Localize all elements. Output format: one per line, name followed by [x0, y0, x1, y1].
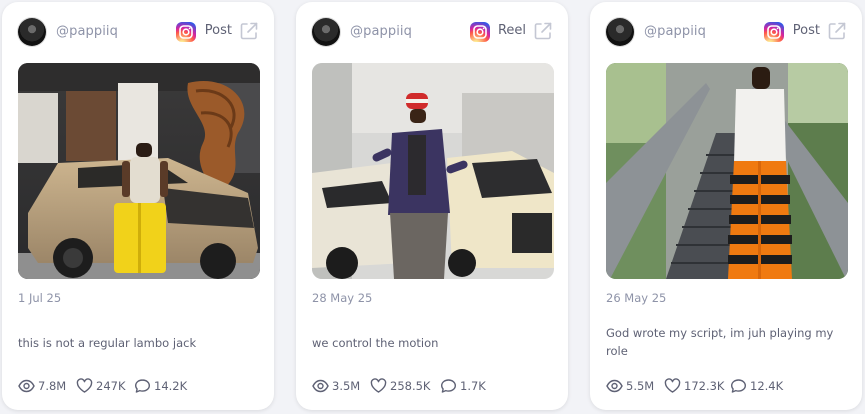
post-caption: we control the motion: [312, 336, 439, 350]
post-thumbnail[interactable]: [606, 63, 848, 279]
post-header: @pappiiq Reel: [312, 18, 554, 48]
post-caption: God wrote my script, im juh playing my r…: [606, 326, 834, 358]
post-header: @pappiiq Post: [18, 18, 260, 48]
username[interactable]: @pappiiq: [350, 24, 412, 39]
post-card[interactable]: @pappiiq Post: [590, 2, 862, 410]
post-card[interactable]: @pappiiq Reel 28 May 25 we control the m…: [296, 2, 568, 410]
post-caption: this is not a regular lambo jack: [18, 336, 197, 350]
post-type-label: Post: [792, 23, 820, 38]
eye-icon: [606, 379, 623, 393]
instagram-icon: [176, 22, 196, 42]
comment-icon: [731, 379, 746, 393]
comments-count: 14.2K: [154, 379, 188, 393]
external-link-icon[interactable]: [826, 20, 848, 42]
post-type-label: Post: [204, 23, 232, 38]
post-header: @pappiiq Post: [606, 18, 848, 48]
comments-count: 1.7K: [460, 379, 486, 393]
likes-count: 172.3K: [684, 379, 725, 393]
avatar[interactable]: [18, 18, 46, 46]
comment-icon: [441, 379, 456, 393]
views-count: 5.5M: [626, 379, 655, 393]
post-thumbnail[interactable]: [312, 63, 554, 279]
instagram-icon: [764, 22, 784, 42]
likes-count: 258.5K: [390, 379, 431, 393]
external-link-icon[interactable]: [532, 20, 554, 42]
avatar[interactable]: [312, 18, 340, 46]
eye-icon: [312, 379, 329, 393]
views-count: 3.5M: [332, 379, 361, 393]
avatar[interactable]: [606, 18, 634, 46]
heart-icon: [664, 378, 681, 393]
username[interactable]: @pappiiq: [56, 24, 118, 39]
comment-icon: [135, 379, 150, 393]
heart-icon: [76, 378, 93, 393]
eye-icon: [18, 379, 35, 393]
post-thumbnail[interactable]: [18, 63, 260, 279]
views-count: 7.8M: [38, 379, 67, 393]
likes-count: 247K: [96, 379, 126, 393]
external-link-icon[interactable]: [238, 20, 260, 42]
post-type-label: Reel: [497, 23, 526, 38]
comments-count: 12.4K: [750, 379, 784, 393]
post-date: 1 Jul 25: [18, 291, 62, 305]
username[interactable]: @pappiiq: [644, 24, 706, 39]
post-date: 26 May 25: [606, 291, 667, 305]
post-date: 28 May 25: [312, 291, 373, 305]
post-card[interactable]: @pappiiq Post: [2, 2, 274, 410]
heart-icon: [370, 378, 387, 393]
instagram-icon: [470, 22, 490, 42]
